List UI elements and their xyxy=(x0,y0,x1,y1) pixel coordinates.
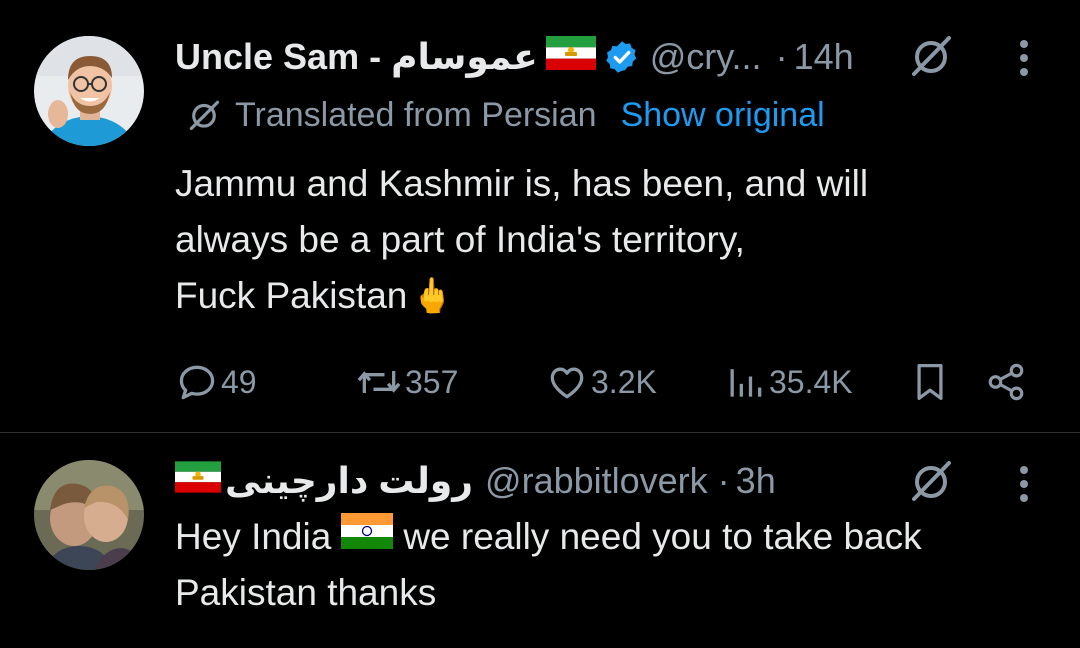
post-text: Jammu and Kashmir is, has been, and will… xyxy=(175,156,868,324)
views-button[interactable]: 35.4K xyxy=(723,355,853,409)
heart-icon xyxy=(550,367,584,399)
middle-finger-emoji: 🖕 xyxy=(411,277,454,315)
bookmark-icon xyxy=(917,364,943,400)
translate-grok-icon xyxy=(185,96,223,134)
post-text-line-3: Fuck Pakistan xyxy=(175,275,408,316)
more-options-icon[interactable] xyxy=(1013,464,1035,504)
post-header: رولت دارچینی @rabbitloverk · 3h xyxy=(175,458,776,504)
repost-button[interactable]: 357 xyxy=(355,355,458,409)
avatar[interactable] xyxy=(34,460,144,570)
display-name[interactable]: Uncle Sam - عموسام xyxy=(175,36,538,78)
reply-button[interactable]: 49 xyxy=(175,355,257,409)
verified-badge-icon xyxy=(604,39,640,75)
show-original-link[interactable]: Show original xyxy=(621,96,825,135)
iran-lion-sun-flag-icon xyxy=(175,460,221,502)
reply-icon xyxy=(179,365,215,400)
repost-count: 357 xyxy=(405,363,459,400)
post-text-line-2: Pakistan thanks xyxy=(175,572,437,613)
post-text: Hey India we really need you to take bac… xyxy=(175,509,922,621)
reply-count: 49 xyxy=(221,363,257,400)
action-bar: 49 357 3.2K 35.4K xyxy=(175,355,1035,409)
india-flag-icon xyxy=(341,509,394,565)
post-time[interactable]: 3h xyxy=(736,460,776,502)
post-time[interactable]: 14h xyxy=(794,36,854,78)
bookmark-button[interactable] xyxy=(910,355,952,409)
translation-row: Translated from Persian Show original xyxy=(185,94,825,136)
post-text-line-1a: Hey India xyxy=(175,516,332,557)
post-header: Uncle Sam - عموسام @cry... · 14h xyxy=(175,34,854,80)
avatar[interactable] xyxy=(34,36,144,146)
display-name[interactable]: رولت دارچینی xyxy=(225,460,473,502)
grok-icon[interactable] xyxy=(907,457,955,505)
user-handle[interactable]: @rabbitloverk xyxy=(485,460,708,502)
view-count: 35.4K xyxy=(769,363,853,400)
post-text-line-1: Jammu and Kashmir is, has been, and will xyxy=(175,163,869,204)
more-options-icon[interactable] xyxy=(1013,38,1035,78)
translated-label: Translated from Persian xyxy=(235,95,597,134)
post-text-line-1b: we really need you to take back xyxy=(403,516,922,557)
like-button[interactable]: 3.2K xyxy=(545,355,657,409)
user-handle[interactable]: @cry... xyxy=(650,36,762,78)
share-icon xyxy=(988,363,1024,401)
share-button[interactable] xyxy=(985,355,1029,409)
like-count: 3.2K xyxy=(591,363,657,400)
separator-dot: · xyxy=(717,460,730,501)
views-icon xyxy=(730,369,762,397)
post-text-line-2: always be a part of India's territory, xyxy=(175,219,745,260)
iran-lion-sun-flag-icon xyxy=(545,35,596,79)
post-2[interactable]: رولت دارچینی @rabbitloverk · 3h Hey Indi… xyxy=(0,433,1080,648)
post-1[interactable]: Uncle Sam - عموسام @cry... · 14h Transla… xyxy=(0,0,1080,433)
separator-dot: · xyxy=(775,36,788,77)
grok-icon[interactable] xyxy=(907,32,955,80)
repost-icon xyxy=(357,371,401,393)
